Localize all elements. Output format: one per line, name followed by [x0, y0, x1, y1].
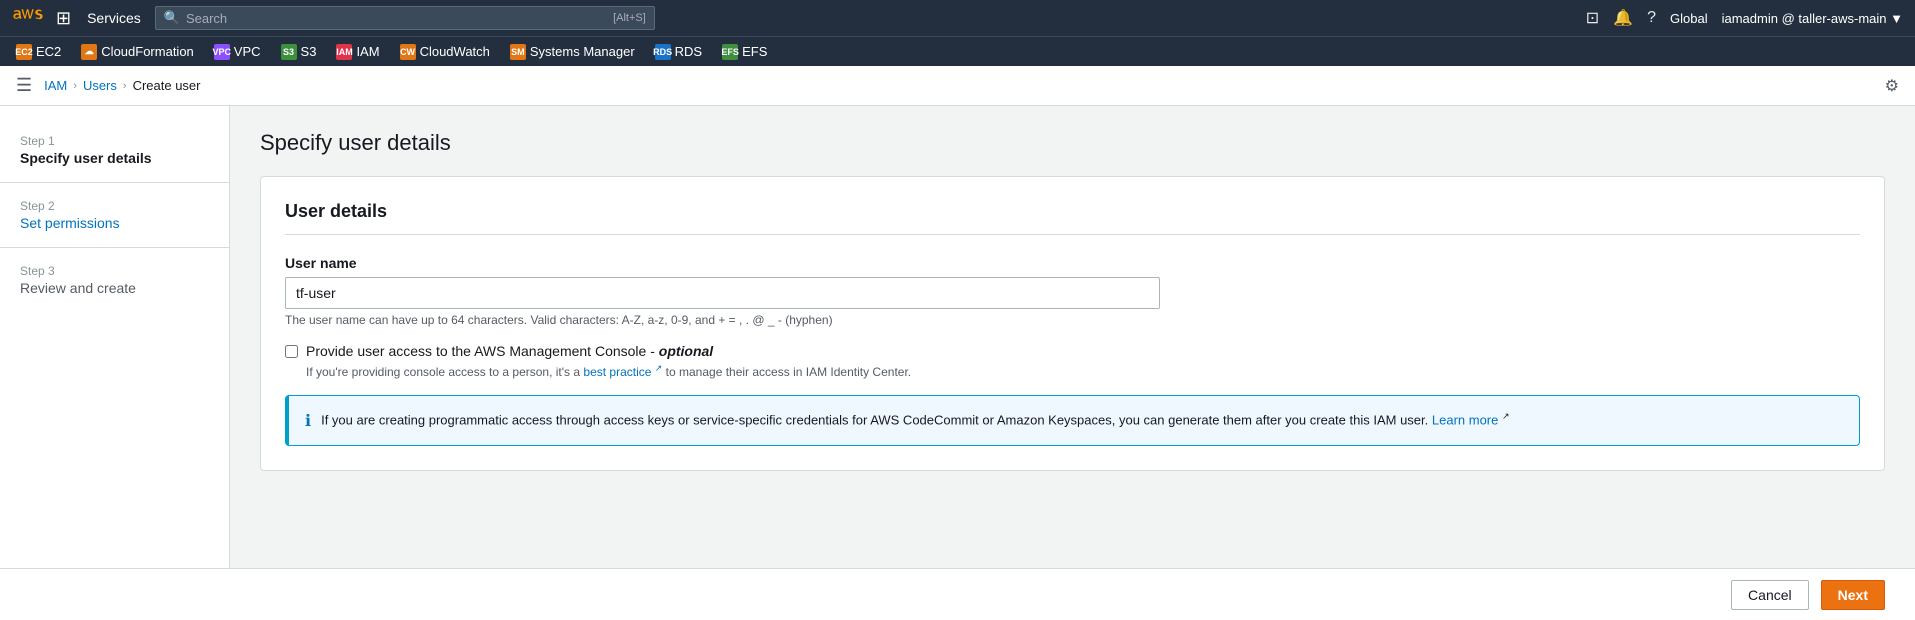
search-input[interactable] [186, 11, 613, 26]
cloudformation-label: CloudFormation [101, 44, 194, 59]
efs-label: EFS [742, 44, 767, 59]
cloudwatch-label: CloudWatch [420, 44, 490, 59]
systems-manager-icon: SM [510, 44, 526, 60]
service-navigation: EC2 EC2 ☁ CloudFormation VPC VPC S3 S3 I… [0, 36, 1915, 66]
step-2-name-link[interactable]: Set permissions [20, 215, 120, 231]
service-cloudwatch[interactable]: CW CloudWatch [392, 42, 498, 62]
help-icon[interactable]: ? [1647, 9, 1656, 27]
username-field: User name The user name can have up to 6… [285, 255, 1860, 327]
cloud-shell-icon[interactable]: ⊡ [1586, 8, 1599, 28]
s3-icon: S3 [281, 44, 297, 60]
rds-label: RDS [675, 44, 702, 59]
systems-manager-label: Systems Manager [530, 44, 635, 59]
service-vpc[interactable]: VPC VPC [206, 42, 269, 62]
step-1-name: Specify user details [20, 150, 209, 166]
breadcrumb-sep-1: › [73, 80, 77, 92]
step-1-item: Step 1 Specify user details [0, 126, 229, 174]
vpc-label: VPC [234, 44, 261, 59]
breadcrumb-sep-2: › [123, 80, 127, 92]
iam-icon: IAM [336, 44, 352, 60]
console-access-sublabel: If you're providing console access to a … [306, 363, 911, 379]
notifications-icon[interactable]: 🔔 [1613, 8, 1633, 28]
cancel-button[interactable]: Cancel [1731, 580, 1809, 610]
info-circle-icon: ℹ [305, 411, 311, 431]
service-iam[interactable]: IAM IAM [328, 42, 387, 62]
username-label: User name [285, 255, 1860, 271]
step-divider-1 [0, 182, 229, 183]
steps-sidebar: Step 1 Specify user details Step 2 Set p… [0, 106, 230, 568]
console-access-label[interactable]: Provide user access to the AWS Managemen… [306, 343, 713, 359]
iam-label: IAM [356, 44, 379, 59]
breadcrumb: IAM › Users › Create user [44, 78, 200, 93]
service-rds[interactable]: RDS RDS [647, 42, 710, 62]
aws-logo [12, 8, 44, 28]
console-access-row: Provide user access to the AWS Managemen… [285, 343, 1860, 379]
username-input[interactable] [285, 277, 1160, 309]
step-3-label: Step 3 [20, 264, 209, 278]
top-navigation: ⊞ Services 🔍 [Alt+S] ⊡ 🔔 ? Global iamadm… [0, 0, 1915, 36]
page-title: Specify user details [260, 130, 1885, 156]
main-layout: Step 1 Specify user details Step 2 Set p… [0, 106, 1915, 568]
service-efs[interactable]: EFS EFS [714, 42, 775, 62]
rds-icon: RDS [655, 44, 671, 60]
step-3-name: Review and create [20, 280, 209, 296]
learn-more-link[interactable]: Learn more [1432, 412, 1498, 427]
step-1-label: Step 1 [20, 134, 209, 148]
footer: Cancel Next [0, 568, 1915, 620]
card-title: User details [285, 201, 1860, 235]
global-search-bar[interactable]: 🔍 [Alt+S] [155, 6, 655, 30]
settings-icon[interactable]: ⚙ [1885, 76, 1899, 96]
service-cloudformation[interactable]: ☁ CloudFormation [73, 42, 202, 62]
cloudformation-icon: ☁ [81, 44, 97, 60]
service-s3[interactable]: S3 S3 [273, 42, 325, 62]
user-details-card: User details User name The user name can… [260, 176, 1885, 471]
apps-grid-icon[interactable]: ⊞ [56, 8, 71, 29]
cloudwatch-icon: CW [400, 44, 416, 60]
services-button[interactable]: Services [81, 8, 147, 28]
region-selector[interactable]: Global [1670, 11, 1708, 26]
main-content: Specify user details User details User n… [230, 106, 1915, 568]
search-icon: 🔍 [164, 10, 180, 26]
hamburger-menu-icon[interactable]: ☰ [16, 75, 32, 96]
breadcrumb-users-link[interactable]: Users [83, 78, 117, 93]
nav-right-area: ⊡ 🔔 ? Global iamadmin @ taller-aws-main … [1586, 8, 1903, 28]
console-access-text: Provide user access to the AWS Managemen… [306, 343, 911, 379]
search-shortcut-hint: [Alt+S] [613, 12, 646, 24]
next-button[interactable]: Next [1821, 580, 1885, 610]
info-box-text: If you are creating programmatic access … [321, 410, 1509, 430]
best-practice-link[interactable]: best practice ↗ [583, 365, 662, 379]
console-access-checkbox[interactable] [285, 345, 298, 358]
service-ec2[interactable]: EC2 EC2 [8, 42, 69, 62]
ec2-icon: EC2 [16, 44, 32, 60]
step-divider-2 [0, 247, 229, 248]
s3-label: S3 [301, 44, 317, 59]
breadcrumb-current: Create user [133, 78, 201, 93]
step-3-item: Step 3 Review and create [0, 256, 229, 304]
breadcrumb-iam-link[interactable]: IAM [44, 78, 67, 93]
vpc-icon: VPC [214, 44, 230, 60]
efs-icon: EFS [722, 44, 738, 60]
sub-navigation: ☰ IAM › Users › Create user ⚙ [0, 66, 1915, 106]
account-menu[interactable]: iamadmin @ taller-aws-main ▼ [1722, 11, 1903, 26]
step-2-label: Step 2 [20, 199, 209, 213]
info-box: ℹ If you are creating programmatic acces… [285, 395, 1860, 446]
username-hint: The user name can have up to 64 characte… [285, 313, 1860, 327]
service-systems-manager[interactable]: SM Systems Manager [502, 42, 643, 62]
ec2-label: EC2 [36, 44, 61, 59]
step-2-item: Step 2 Set permissions [0, 191, 229, 239]
